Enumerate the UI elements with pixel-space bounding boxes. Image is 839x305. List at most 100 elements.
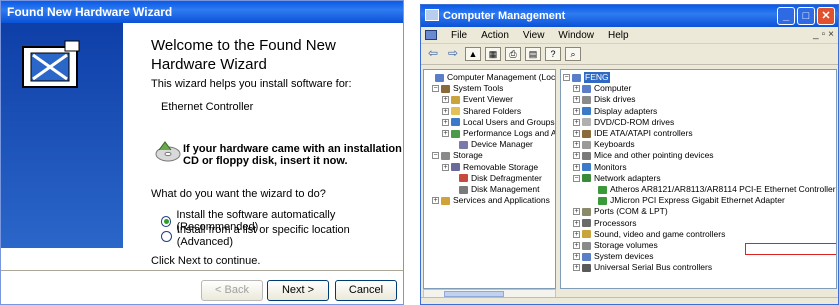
tree-item-label: Removable Storage bbox=[463, 161, 539, 172]
tree-item[interactable]: − Network adapters bbox=[573, 173, 661, 184]
tree-item[interactable]: + Computer bbox=[573, 83, 631, 94]
tree-item[interactable]: − System Tools bbox=[432, 83, 503, 94]
show-hide-tree-icon[interactable]: ▦ bbox=[485, 47, 501, 61]
menu-file[interactable]: File bbox=[451, 30, 467, 41]
collapse-icon[interactable]: − bbox=[432, 152, 439, 160]
tree-item[interactable]: Computer Management (Local) bbox=[426, 72, 555, 83]
collapse-icon[interactable]: − bbox=[563, 74, 570, 81]
expand-icon[interactable]: + bbox=[573, 96, 580, 104]
close-icon[interactable]: ✕ bbox=[817, 7, 835, 25]
tree-item[interactable]: Disk Defragmenter bbox=[450, 173, 542, 184]
tree-item-label: Disk Management bbox=[471, 184, 540, 194]
tree-item-label: Sound, video and game controllers bbox=[594, 228, 726, 239]
menu-window[interactable]: Window bbox=[558, 30, 594, 41]
tree-item[interactable]: Disk Management bbox=[450, 184, 540, 195]
tree-item[interactable]: + Shared Folders bbox=[442, 106, 521, 117]
cancel-button[interactable]: Cancel bbox=[335, 280, 397, 301]
tree-item[interactable]: + Services and Applications bbox=[432, 195, 550, 206]
expand-icon[interactable]: + bbox=[573, 208, 580, 216]
tree-item[interactable]: JMicron PCI Express Gigabit Ethernet Ada… bbox=[589, 195, 785, 206]
expand-icon[interactable]: + bbox=[432, 197, 439, 205]
menu-help[interactable]: Help bbox=[608, 30, 629, 41]
expand-icon[interactable]: + bbox=[573, 242, 580, 249]
expand-icon[interactable]: + bbox=[442, 107, 449, 115]
tree-item[interactable]: + Performance Logs and Alerts bbox=[442, 128, 555, 139]
forward-arrow-icon[interactable]: ⇨ bbox=[445, 47, 461, 61]
tree-item-label: Computer bbox=[594, 83, 632, 94]
tree-item-label: Keyboards bbox=[594, 139, 635, 150]
tree-item[interactable]: + System devices bbox=[573, 251, 654, 262]
collapse-icon[interactable]: − bbox=[432, 85, 439, 93]
tree-item[interactable]: + DVD/CD-ROM drives bbox=[573, 117, 674, 128]
expand-icon[interactable]: + bbox=[573, 264, 580, 272]
tree-item[interactable]: + Universal Serial Bus controllers bbox=[573, 262, 712, 273]
tree-item[interactable]: Atheros AR8121/AR8113/AR8114 PCI-E Ether… bbox=[589, 184, 836, 195]
tree-item[interactable]: − Storage bbox=[432, 150, 483, 161]
storage-icon bbox=[441, 151, 450, 160]
highlighted-adapter-box bbox=[745, 243, 836, 255]
back-arrow-icon[interactable]: ⇦ bbox=[425, 47, 441, 61]
mdi-minimize-icon[interactable]: _ bbox=[813, 29, 819, 40]
mdi-close-icon[interactable]: × bbox=[828, 29, 834, 40]
wizard-heading: Welcome to the Found New Hardware Wizard bbox=[151, 37, 336, 73]
expand-icon[interactable]: + bbox=[573, 163, 580, 171]
help-icon[interactable]: ? bbox=[545, 47, 561, 61]
keyboard-icon bbox=[582, 140, 591, 149]
expand-icon[interactable]: + bbox=[442, 118, 449, 126]
up-folder-icon[interactable]: ▲ bbox=[465, 47, 481, 61]
expand-icon[interactable]: + bbox=[573, 152, 580, 160]
expand-icon[interactable]: + bbox=[573, 219, 580, 227]
tree-item-label: Universal Serial Bus controllers bbox=[594, 262, 713, 273]
tree-item[interactable]: − FENG bbox=[563, 72, 610, 83]
performance-icon bbox=[451, 129, 460, 138]
cm-title: Computer Management bbox=[443, 10, 566, 22]
expand-icon[interactable]: + bbox=[573, 230, 580, 238]
collapse-icon[interactable]: − bbox=[573, 174, 580, 182]
computer-icon bbox=[572, 73, 581, 82]
next-button[interactable]: Next > bbox=[267, 280, 329, 301]
tree-item-label: Processors bbox=[594, 217, 637, 228]
tree-item[interactable]: + Monitors bbox=[573, 162, 627, 173]
expand-icon[interactable]: + bbox=[573, 253, 580, 261]
mmc-icon bbox=[425, 30, 437, 40]
radio-button[interactable] bbox=[161, 230, 172, 242]
expand-icon[interactable]: + bbox=[442, 163, 449, 171]
expand-icon[interactable]: + bbox=[442, 96, 449, 104]
tree-item[interactable]: + Disk drives bbox=[573, 94, 636, 105]
tree-item[interactable]: + Mice and other pointing devices bbox=[573, 150, 714, 161]
expand-icon[interactable]: + bbox=[573, 85, 580, 93]
properties-icon[interactable]: ▤ bbox=[525, 47, 541, 61]
tree-item[interactable]: + Removable Storage bbox=[442, 162, 538, 173]
maximize-icon[interactable]: □ bbox=[797, 7, 815, 25]
tree-item[interactable]: + IDE ATA/ATAPI controllers bbox=[573, 128, 693, 139]
mouse-icon bbox=[582, 151, 591, 160]
menu-view[interactable]: View bbox=[523, 30, 545, 41]
tree-item[interactable]: + Ports (COM & LPT) bbox=[573, 206, 668, 217]
expand-icon[interactable]: + bbox=[573, 130, 580, 137]
menu-action[interactable]: Action bbox=[481, 30, 509, 41]
expand-icon[interactable]: + bbox=[573, 107, 580, 115]
expand-icon[interactable]: + bbox=[442, 130, 449, 137]
sound-icon bbox=[582, 230, 591, 239]
tree-item-label: Event Viewer bbox=[463, 94, 513, 105]
tree-item[interactable]: + Local Users and Groups bbox=[442, 117, 555, 128]
tree-item[interactable]: + Keyboards bbox=[573, 139, 635, 150]
back-button[interactable]: < Back bbox=[201, 280, 263, 301]
tree-item[interactable]: Device Manager bbox=[450, 139, 533, 150]
tree-item[interactable]: + Display adapters bbox=[573, 106, 657, 117]
tree-item[interactable]: + Event Viewer bbox=[442, 94, 513, 105]
print-icon[interactable]: ⎙ bbox=[505, 47, 521, 61]
tree-item[interactable]: + Sound, video and game controllers bbox=[573, 229, 725, 240]
expand-icon[interactable]: + bbox=[573, 118, 580, 126]
computer-icon bbox=[435, 73, 444, 82]
expand-icon[interactable]: + bbox=[573, 141, 580, 149]
computer-management-icon bbox=[425, 9, 439, 21]
option-install-from-list[interactable]: Install from a list or specific location… bbox=[161, 224, 403, 248]
scan-hardware-icon[interactable]: ⌕ bbox=[565, 47, 581, 61]
tree-item[interactable]: + Processors bbox=[573, 218, 637, 229]
mdi-restore-icon[interactable]: ▫ bbox=[822, 29, 826, 40]
services-icon bbox=[441, 196, 450, 205]
tree-item[interactable]: + Storage volumes bbox=[573, 240, 658, 251]
minimize-icon[interactable]: _ bbox=[777, 7, 795, 25]
tree-item-label: Network adapters bbox=[594, 172, 661, 183]
